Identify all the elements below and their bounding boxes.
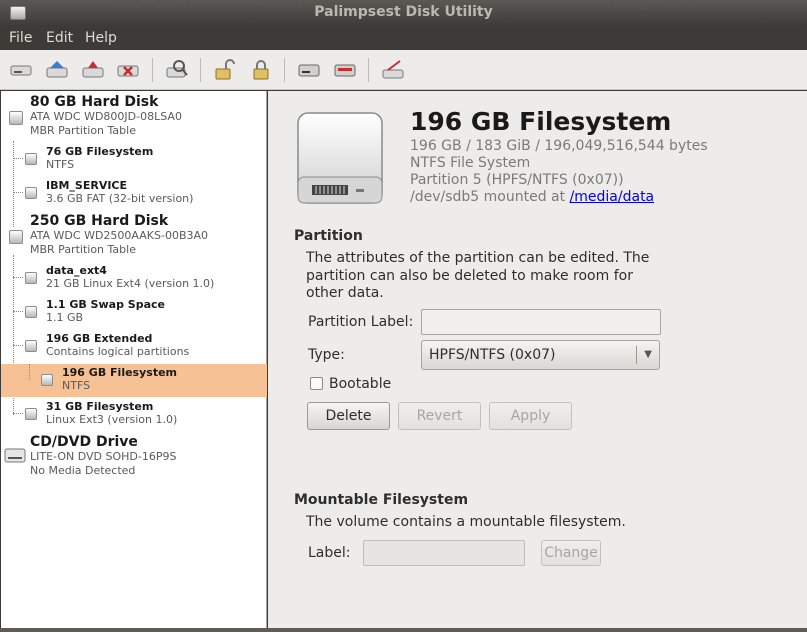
tree-item-subtitle: 1.1 GB	[46, 311, 84, 324]
menu-file[interactable]: File	[9, 30, 32, 46]
type-label: Type:	[308, 347, 345, 363]
volume-details-pane: 196 GB Filesystem 196 GB / 183 GiB / 196…	[268, 91, 807, 628]
tree-item-title: 76 GB Filesystem	[46, 145, 154, 158]
partition-description: The attributes of the partition can be e…	[306, 250, 650, 301]
tree-item-76gb-filesystem[interactable]: 76 GB Filesystem NTFS	[1, 144, 267, 176]
partition-icon	[25, 272, 37, 284]
tree-item-title: 31 GB Filesystem	[46, 400, 154, 413]
volume-size: 196 GB / 183 GiB / 196,049,516,544 bytes	[410, 138, 708, 154]
toolbar-separator	[200, 58, 201, 82]
tree-item-title: 80 GB Hard Disk	[30, 94, 159, 110]
partition-icon	[25, 306, 37, 318]
partition-section-heading: Partition	[294, 228, 363, 244]
drive-icon[interactable]	[8, 58, 34, 82]
partition-label-label: Partition Label:	[308, 314, 414, 330]
format-drive-icon[interactable]	[80, 58, 106, 82]
tree-item-250gb-hard-disk[interactable]: 250 GB Hard Disk ATA WDC WD2500AAKS-00B3…	[1, 212, 267, 260]
hard-disk-icon	[9, 111, 23, 125]
delete-partition-icon[interactable]	[115, 58, 141, 82]
mountable-section-heading: Mountable Filesystem	[294, 492, 469, 508]
tree-item-status: No Media Detected	[30, 464, 136, 477]
partition-label-input[interactable]	[421, 309, 661, 335]
dropdown-arrow-icon: ▼	[644, 349, 652, 360]
mountable-description: The volume contains a mountable filesyst…	[306, 514, 626, 530]
tree-item-scheme: MBR Partition Table	[30, 243, 136, 256]
partition-type-select[interactable]: HPFS/NTFS (0x07) ▼	[421, 340, 660, 370]
tree-item-model: ATA WDC WD800JD-08LSA0	[30, 110, 182, 123]
filesystem-label-label: Label:	[308, 545, 351, 561]
toolbar-separator	[152, 58, 153, 82]
tree-item-196gb-filesystem[interactable]: 196 GB Filesystem NTFS	[1, 364, 267, 397]
tree-item-31gb-filesystem[interactable]: 31 GB Filesystem Linux Ext3 (version 1.0…	[1, 399, 267, 431]
partition-icon	[41, 374, 53, 386]
volume-partition-info: Partition 5 (HPFS/NTFS (0x07))	[410, 172, 624, 188]
tree-item-title: 196 GB Filesystem	[62, 366, 177, 379]
tree-item-title: 196 GB Extended	[46, 332, 153, 345]
mount-path-link[interactable]: /media/data	[570, 189, 655, 205]
hard-drive-large-icon	[297, 112, 383, 204]
menu-bar: File Edit Help	[0, 26, 807, 50]
mount-info-prefix: /dev/sdb5 mounted at	[410, 189, 566, 205]
partition-type-value: HPFS/NTFS (0x07)	[429, 347, 556, 363]
tree-item-title: IBM_SERVICE	[46, 179, 128, 192]
tree-item-subtitle: Linux Ext3 (version 1.0)	[46, 413, 178, 426]
tree-item-title: data_ext4	[46, 264, 107, 277]
tree-item-model: LITE-ON DVD SOHD-16P9S	[30, 450, 177, 463]
eject-icon[interactable]	[44, 58, 70, 82]
delete-button[interactable]: Delete	[307, 402, 390, 430]
revert-button[interactable]: Revert	[398, 402, 481, 430]
hard-disk-icon	[9, 230, 23, 244]
tree-item-title: 250 GB Hard Disk	[30, 213, 169, 229]
volume-title: 196 GB Filesystem	[410, 107, 672, 136]
partition-icon	[25, 187, 37, 199]
tree-item-subtitle: NTFS	[46, 158, 75, 171]
partition-icon	[25, 408, 37, 420]
tree-item-cd-dvd-drive[interactable]: CD/DVD Drive LITE-ON DVD SOHD-16P9S No M…	[1, 433, 267, 481]
benchmark-icon[interactable]	[380, 58, 406, 82]
lock-icon[interactable]	[248, 58, 274, 82]
tree-item-subtitle: Contains logical partitions	[46, 345, 190, 358]
unmount-icon[interactable]	[332, 58, 358, 82]
tree-item-subtitle: 21 GB Linux Ext4 (version 1.0)	[46, 277, 215, 290]
tree-item-title: 1.1 GB Swap Space	[46, 298, 165, 311]
tree-item-title: CD/DVD Drive	[30, 434, 138, 450]
tree-item-model: ATA WDC WD2500AAKS-00B3A0	[30, 229, 209, 242]
toolbar-separator	[284, 58, 285, 82]
title-bar: Quick Links ▾ Share Ching-Tien Lin Palim…	[0, 0, 807, 26]
volume-mount-info: /dev/sdb5 mounted at /media/data	[410, 189, 654, 205]
menu-help[interactable]: Help	[85, 30, 117, 46]
tree-item-ibm-service[interactable]: IBM_SERVICE 3.6 GB FAT (32-bit version)	[1, 178, 267, 210]
tree-item-subtitle: 3.6 GB FAT (32-bit version)	[46, 192, 194, 205]
tree-item-subtitle: NTFS	[62, 379, 91, 392]
check-filesystem-icon[interactable]	[164, 58, 190, 82]
combo-separator	[636, 346, 637, 364]
partition-icon	[25, 340, 37, 352]
volume-filesystem-type: NTFS File System	[410, 155, 531, 171]
optical-drive-icon	[4, 448, 26, 463]
tree-item-swap-space[interactable]: 1.1 GB Swap Space 1.1 GB	[1, 297, 267, 329]
window-title: Palimpsest Disk Utility	[314, 4, 493, 20]
tree-item-196gb-extended[interactable]: 196 GB Extended Contains logical partiti…	[1, 331, 267, 363]
tree-guide	[29, 364, 30, 380]
unlock-icon[interactable]	[212, 58, 238, 82]
device-tree[interactable]: 80 GB Hard Disk ATA WDC WD800JD-08LSA0 M…	[1, 91, 267, 628]
tree-item-80gb-hard-disk[interactable]: 80 GB Hard Disk ATA WDC WD800JD-08LSA0 M…	[1, 93, 267, 141]
menu-edit[interactable]: Edit	[46, 30, 73, 46]
toolbar-separator	[368, 58, 369, 82]
toolbar	[0, 50, 807, 90]
tree-item-scheme: MBR Partition Table	[30, 124, 136, 137]
mount-icon[interactable]	[296, 58, 322, 82]
tree-item-data-ext4[interactable]: data_ext4 21 GB Linux Ext4 (version 1.0)	[1, 263, 267, 295]
partition-icon	[25, 153, 37, 165]
change-label-button[interactable]: Change	[541, 540, 601, 566]
filesystem-label-input[interactable]	[363, 540, 525, 566]
bootable-checkbox[interactable]	[310, 377, 323, 390]
window-bottom-border	[0, 628, 807, 632]
apply-button[interactable]: Apply	[489, 402, 572, 430]
bootable-label[interactable]: Bootable	[329, 376, 391, 392]
